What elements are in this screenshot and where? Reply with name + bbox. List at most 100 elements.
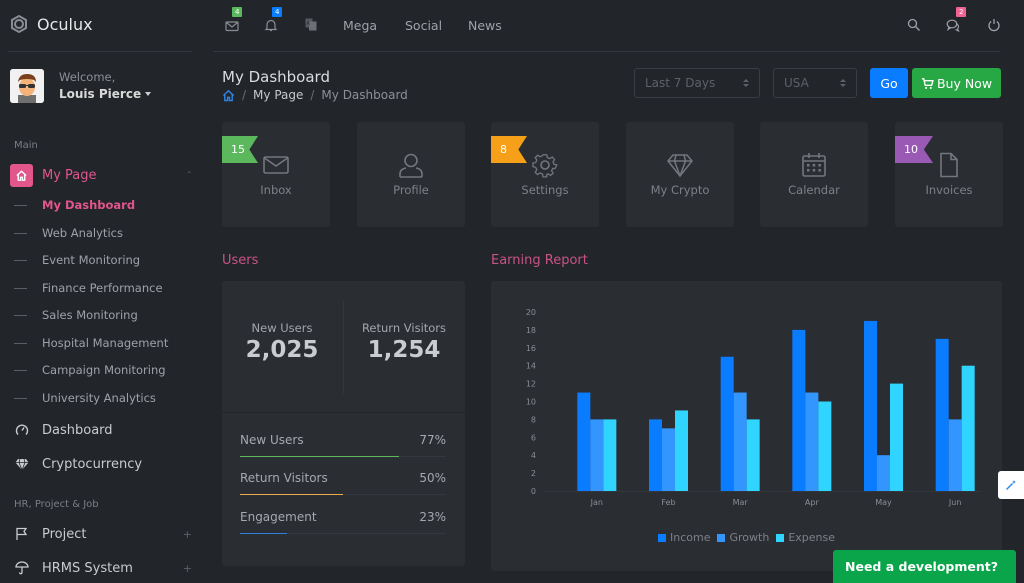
date-range-select[interactable]: Last 7 Days: [634, 68, 760, 98]
go-button[interactable]: Go: [870, 68, 908, 98]
y-tick-label: 18: [526, 326, 536, 335]
progress-fill: [240, 533, 288, 534]
tile-profile[interactable]: Profile: [357, 122, 465, 227]
stat-return-visitors: Return Visitors 1,254: [344, 321, 464, 363]
breadcrumb-current: My Dashboard: [321, 88, 408, 102]
progress-track: [240, 456, 446, 457]
bar-income-may: [864, 320, 877, 491]
progress-new-users: New Users 77%: [240, 433, 446, 457]
notifications-button[interactable]: 4: [264, 7, 283, 34]
nav-link-social[interactable]: Social: [405, 18, 442, 33]
sidebar-item-project[interactable]: Project +: [14, 523, 194, 545]
avatar[interactable]: [10, 69, 44, 103]
legend-swatch: [658, 533, 666, 542]
collapse-icon[interactable]: -: [187, 167, 191, 178]
power-button[interactable]: [987, 18, 1003, 34]
chart-legend: Income Growth Expense: [658, 531, 835, 544]
bar-expense-feb: [675, 410, 688, 491]
bar-growth-mar: [733, 392, 747, 491]
tile-settings[interactable]: Settings 8: [491, 122, 599, 227]
tile-inbox[interactable]: Inbox 15: [222, 122, 330, 227]
sidebar-subitem-campaign-monitoring[interactable]: Campaign Monitoring: [14, 360, 194, 380]
sidebar-subitem-label: Finance Performance: [42, 281, 163, 295]
sidebar-item-hrms-system[interactable]: HRMS System +: [14, 557, 194, 579]
progress-track: [240, 494, 446, 495]
dash-icon: [14, 259, 27, 261]
progress-fill: [240, 456, 399, 457]
divider: [213, 51, 1000, 52]
tile-calendar[interactable]: Calendar: [760, 122, 868, 227]
sidebar-subitem-web-analytics[interactable]: Web Analytics: [14, 223, 194, 243]
buy-now-button[interactable]: Buy Now: [912, 68, 1001, 98]
sort-arrows-icon: [743, 79, 749, 87]
progress-label: New Users: [240, 433, 304, 447]
legend-item-income[interactable]: Income: [658, 531, 710, 544]
sidebar-item-label: Project: [42, 526, 87, 542]
country-select[interactable]: USA: [773, 68, 857, 98]
nav-link-mega[interactable]: Mega: [343, 18, 377, 33]
sidebar-subitem-label: My Dashboard: [42, 198, 136, 212]
progress-value: 23%: [419, 510, 446, 524]
earning-chart: 0 2 4 6 8 10 12 14 16 18 20 Jan Feb Mar Apr May Jun: [526, 308, 981, 507]
home-icon: [10, 164, 33, 187]
sidebar-item-dashboard[interactable]: Dashboard: [14, 419, 194, 441]
progress-label: Engagement: [240, 510, 317, 524]
sidebar-subitem-event-monitoring[interactable]: Event Monitoring: [14, 250, 194, 270]
need-development-button[interactable]: Need a development?: [833, 550, 1016, 583]
search-icon: [907, 18, 920, 31]
earning-title: Earning Report: [491, 253, 588, 268]
breadcrumb-my-page[interactable]: My Page: [253, 88, 303, 102]
legend-label: Expense: [788, 531, 835, 544]
tile-badge: 8: [491, 136, 527, 163]
divider: [8, 51, 192, 52]
bar-income-jan: [577, 392, 591, 491]
section-label-hr: HR, Project & Job: [14, 499, 99, 510]
legend-swatch: [717, 533, 726, 542]
tile-my-crypto[interactable]: My Crypto: [626, 122, 734, 227]
buy-now-label: Buy Now: [936, 75, 993, 91]
home-icon[interactable]: [222, 89, 235, 102]
sidebar-item-label: Cryptocurrency: [42, 456, 143, 472]
power-icon: [988, 19, 1000, 32]
x-tick-label: Mar: [733, 498, 749, 507]
user-menu[interactable]: Louis Pierce: [59, 85, 152, 103]
dash-icon: [14, 314, 27, 316]
language-button[interactable]: A: [305, 18, 321, 34]
progress-value: 77%: [419, 433, 446, 447]
sidebar-subitem-sales-monitoring[interactable]: Sales Monitoring: [14, 305, 194, 325]
bar-income-jun: [935, 338, 949, 491]
search-button[interactable]: [907, 18, 923, 34]
sidebar-subitem-finance-performance[interactable]: Finance Performance: [14, 278, 194, 298]
bar-income-mar: [720, 356, 734, 491]
expand-icon[interactable]: +: [183, 528, 192, 541]
brand[interactable]: Oculux: [9, 14, 93, 34]
users-card: New Users 2,025 Return Visitors 1,254 Ne…: [222, 281, 465, 566]
sidebar-item-cryptocurrency[interactable]: Cryptocurrency: [14, 453, 194, 475]
sidebar-subitem-university-analytics[interactable]: University Analytics: [14, 388, 194, 408]
bar-growth-apr: [805, 392, 819, 491]
sidebar-item-my-page[interactable]: My Page -: [10, 164, 195, 187]
y-tick-label: 14: [526, 362, 536, 371]
nav-link-news[interactable]: News: [468, 18, 502, 33]
breadcrumb-separator: /: [242, 88, 247, 102]
sidebar-subitem-hospital-management[interactable]: Hospital Management: [14, 333, 194, 353]
y-tick-label: 2: [531, 469, 536, 478]
expand-icon[interactable]: +: [183, 562, 192, 575]
theme-customizer-button[interactable]: [998, 471, 1024, 499]
bar-growth-feb: [662, 428, 675, 491]
progress-value: 50%: [419, 471, 446, 485]
tile-invoices[interactable]: Invoices 10: [895, 122, 1003, 227]
sidebar-subitem-my-dashboard[interactable]: My Dashboard: [14, 195, 194, 215]
go-label: Go: [880, 75, 898, 91]
legend-item-expense[interactable]: Expense: [776, 531, 835, 544]
bar-growth-jan: [590, 419, 604, 491]
umbrella-icon: [14, 560, 30, 576]
avatar-image: [10, 69, 44, 103]
mail-button[interactable]: 4: [225, 7, 243, 34]
stat-value: 2,025: [245, 337, 319, 363]
legend-label: Income: [670, 531, 711, 544]
y-tick-label: 6: [531, 433, 536, 442]
legend-item-growth[interactable]: Growth: [717, 531, 769, 544]
chat-button[interactable]: 2: [946, 7, 967, 34]
sidebar-item-label: My Page: [42, 168, 97, 183]
